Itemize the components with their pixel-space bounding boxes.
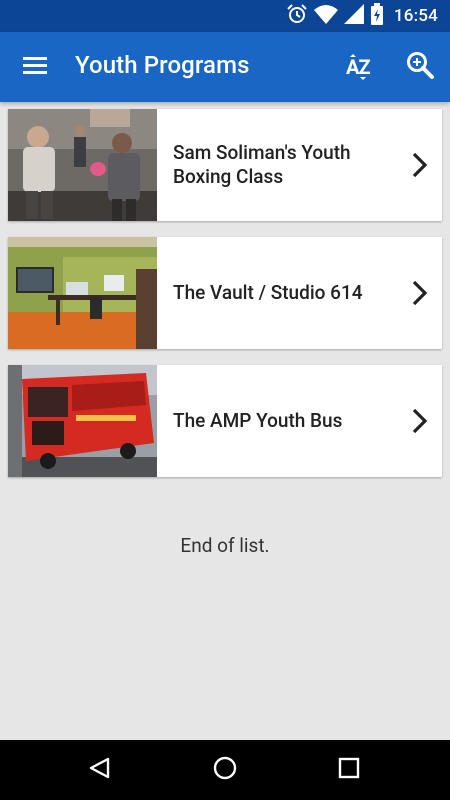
home-button[interactable] (207, 752, 243, 788)
navigation-bar (0, 740, 450, 800)
recents-button[interactable] (331, 752, 367, 788)
status-bar: 16:54 (0, 0, 450, 32)
signal-icon (343, 4, 364, 28)
back-button[interactable] (82, 752, 118, 788)
list-item-title: The AMP Youth Bus (173, 409, 343, 432)
list-item[interactable]: The AMP Youth Bus (8, 365, 442, 477)
list-item[interactable]: The Vault / Studio 614 (8, 237, 442, 349)
boxing-class-photo (8, 109, 157, 221)
chevron-right-icon (410, 407, 430, 435)
page-title: Youth Programs (75, 51, 250, 79)
wifi-icon (313, 4, 338, 28)
red-bus-photo (8, 365, 157, 477)
recents-icon (338, 757, 360, 783)
alarm-icon (286, 3, 308, 29)
search-button[interactable] (398, 45, 442, 89)
app-bar: Youth Programs AZ (0, 32, 450, 102)
status-icons: 16:54 (286, 3, 438, 29)
sort-button[interactable]: AZ (338, 45, 382, 89)
chevron-right-icon (410, 279, 430, 307)
chevron-right-icon (410, 151, 430, 179)
end-of-list-text: End of list. (180, 534, 270, 557)
list-item-title: Sam Soliman's Youth Boxing Class (173, 141, 351, 188)
sort-az-icon: AZ (345, 52, 375, 82)
studio-room-photo (8, 237, 157, 349)
status-time: 16:54 (393, 6, 438, 26)
menu-icon (23, 55, 47, 79)
back-icon (88, 756, 112, 784)
battery-icon (370, 3, 384, 29)
menu-button[interactable] (14, 46, 56, 88)
list-item[interactable]: Sam Soliman's Youth Boxing Class (8, 109, 442, 221)
home-icon (212, 755, 238, 785)
list-item-title: The Vault / Studio 614 (173, 281, 363, 304)
search-icon (405, 50, 435, 84)
